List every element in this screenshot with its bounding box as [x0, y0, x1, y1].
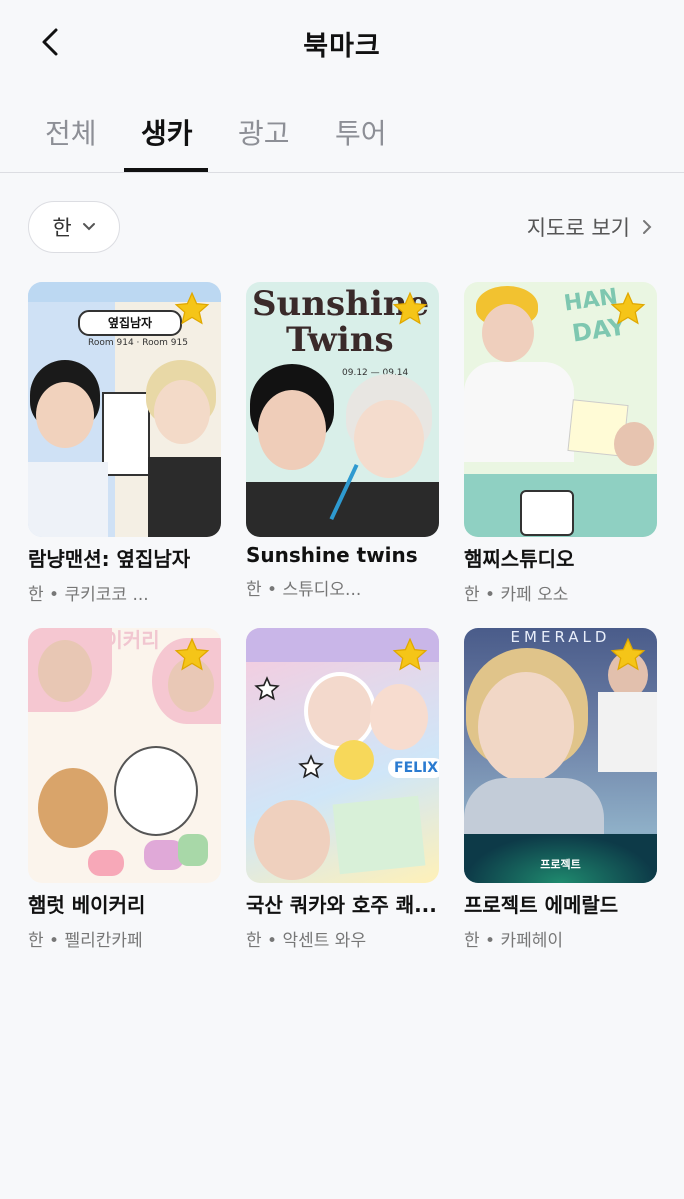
tab-cafe-events[interactable]: 생카 [141, 112, 193, 152]
tab-tour[interactable]: 투어 [335, 112, 387, 152]
art-caption: 옆집남자 [78, 310, 182, 336]
bookmark-star-icon[interactable] [173, 290, 211, 328]
chevron-right-icon [643, 220, 652, 234]
card-subtitle: 한 • 펠리칸카페 [28, 931, 143, 951]
bookmark-star-icon[interactable] [391, 290, 429, 328]
bookmark-card[interactable]: Sunshine Twins 09.12 — 09.14 Sunshine tw… [246, 282, 439, 600]
card-subtitle: 한 • 카페 오소 [464, 585, 569, 605]
card-thumbnail: HAN DAY [464, 282, 657, 537]
bookmark-card[interactable]: 베이커리 햄럿 베이커리 한 • 펠리칸카페 [28, 628, 221, 951]
view-on-map-link[interactable]: 지도로 보기 [527, 212, 652, 242]
bookmark-star-icon[interactable] [173, 636, 211, 674]
active-tab-indicator [124, 168, 208, 172]
page-title: 북마크 [303, 31, 381, 62]
card-subtitle: 한 • 카페헤이 [464, 931, 564, 951]
tab-bar: 전체 생카 광고 투어 [0, 100, 684, 173]
bookmark-card[interactable]: EMERALD 프로젝트 프로젝트 에메랄드 한 • 카페헤이 [464, 628, 657, 951]
card-thumbnail: FELIX [246, 628, 439, 883]
card-subtitle: 한 • 쿠키코코 ... [28, 585, 149, 605]
bookmark-card[interactable]: FELIX 국산 쿼카와 호주 쾌... 한 • 악센트 와우 [246, 628, 439, 951]
bookmark-star-icon[interactable] [609, 636, 647, 674]
card-thumbnail: 베이커리 [28, 628, 221, 883]
card-title: 국산 쿼카와 호주 쾌... [246, 893, 437, 917]
card-title: Sunshine twins [246, 543, 418, 567]
bookmark-card[interactable]: 옆집남자 Room 914 · Room 915 람냥맨션: 옆집남자 한 • … [28, 282, 221, 605]
bookmark-card[interactable]: HAN DAY 햄찌스튜디오 한 • 카페 오소 [464, 282, 657, 605]
bookmark-star-icon[interactable] [609, 290, 647, 328]
art-caption: FELIX [388, 758, 439, 778]
member-filter-dropdown[interactable]: 한 [28, 201, 120, 253]
card-title: 햄럿 베이커리 [28, 893, 146, 917]
header: 북마크 [0, 0, 684, 84]
tab-all[interactable]: 전체 [45, 112, 97, 152]
chevron-down-icon [82, 223, 95, 231]
card-title: 프로젝트 에메랄드 [464, 893, 619, 917]
card-subtitle: 한 • 악센트 와우 [246, 931, 367, 951]
art-caption: Room 914 · Room 915 [88, 338, 188, 348]
card-thumbnail: 옆집남자 Room 914 · Room 915 [28, 282, 221, 537]
art-caption: 프로젝트 [540, 858, 581, 871]
map-link-label: 지도로 보기 [526, 216, 630, 240]
card-title: 람냥맨션: 옆집남자 [28, 547, 191, 571]
filter-selected-value: 한 [52, 216, 72, 240]
card-subtitle: 한 • 스튜디오... [246, 580, 362, 600]
art-caption: Twins [286, 320, 394, 360]
card-thumbnail: EMERALD 프로젝트 [464, 628, 657, 883]
tab-ads[interactable]: 광고 [238, 112, 290, 152]
bookmark-star-icon[interactable] [391, 636, 429, 674]
card-thumbnail: Sunshine Twins 09.12 — 09.14 [246, 282, 439, 537]
card-title: 햄찌스튜디오 [464, 547, 575, 571]
